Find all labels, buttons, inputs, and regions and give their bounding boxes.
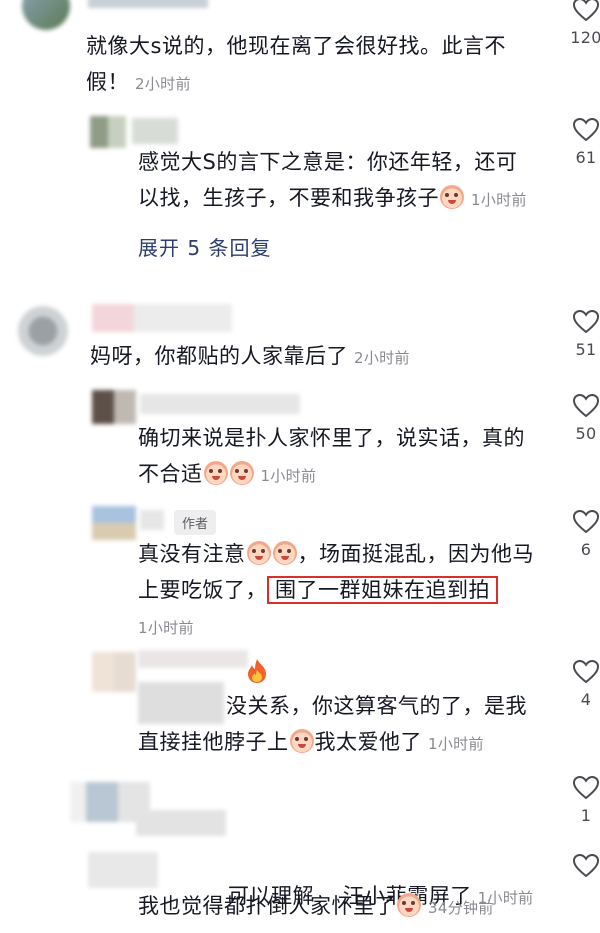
heart-outline-icon	[573, 310, 599, 334]
commenter-avatar[interactable]	[92, 390, 136, 424]
highlighted-text: 围了一群姐妹在追到拍	[267, 576, 498, 604]
reply-text-continued: 直接挂他脖子上 我太爱他了 1小时前	[138, 729, 484, 754]
reply-text: 我也觉得都扑倒人家怀里了 34分钟前	[138, 893, 494, 918]
commenter-avatar-secondary[interactable]	[138, 682, 224, 724]
commenter-name-blurred[interactable]	[88, 0, 208, 8]
reply-text: 确切来说是扑人家怀里了，说实话，真的 不合适 1小时前	[138, 426, 525, 486]
commenter-name-blurred[interactable]	[140, 510, 164, 530]
commenter-avatar[interactable]	[18, 306, 68, 356]
like-button[interactable]: 51	[566, 310, 600, 359]
commenter-name-blurred[interactable]	[138, 650, 248, 668]
commenter-name-blurred[interactable]	[140, 394, 300, 414]
comment-timestamp: 2小时前	[354, 349, 410, 367]
commenter-avatar[interactable]	[92, 506, 136, 540]
crying-face-emoji-icon	[272, 541, 297, 565]
commenter-avatar[interactable]	[88, 852, 158, 888]
comment-text: 就像大s说的，他现在离了会很好找。此言不 假！ 2小时前	[86, 34, 506, 94]
commenter-name-blurred[interactable]	[132, 118, 178, 144]
comment-timestamp: 1小时前	[428, 735, 484, 753]
heart-outline-icon	[573, 0, 599, 22]
reply-text: 没关系，你这算客气的了，是我	[226, 694, 527, 718]
heart-outline-icon	[573, 660, 599, 684]
crying-face-emoji-icon	[229, 461, 254, 485]
commenter-name-blurred[interactable]	[136, 810, 226, 836]
crying-face-emoji-icon	[289, 729, 314, 753]
heart-outline-icon	[573, 776, 599, 800]
comment-text: 妈呀，你都贴的人家靠后了 2小时前	[90, 344, 410, 368]
author-tag: 作者	[174, 510, 217, 535]
reply-text: 真没有注意 ，场面挺混乱，因为他马 上要吃饭了， 围了一群姐妹在追到拍 1小时前	[138, 541, 534, 637]
comment-timestamp: 34分钟前	[428, 899, 494, 917]
crying-face-emoji-icon	[246, 541, 271, 565]
commenter-name-blurred[interactable]	[92, 304, 232, 332]
like-button[interactable]: 61	[566, 118, 600, 167]
comment-timestamp: 1小时前	[471, 191, 527, 209]
commenter-avatar[interactable]	[92, 652, 136, 692]
like-count: 120	[570, 28, 600, 47]
like-count: 4	[580, 690, 592, 709]
comment-timestamp: 1小时前	[260, 467, 317, 485]
crying-face-emoji-icon	[397, 893, 421, 917]
expand-replies-button[interactable]: 展开 5 条回复	[138, 232, 271, 261]
crying-face-emoji-icon	[203, 461, 228, 485]
like-count: 51	[575, 340, 597, 359]
like-button[interactable]: 6	[566, 510, 600, 559]
heart-outline-icon	[573, 510, 599, 534]
heart-outline-icon	[573, 394, 599, 418]
like-count: 50	[575, 424, 597, 443]
fire-icon	[248, 659, 266, 683]
crying-face-emoji-icon	[440, 185, 464, 209]
reply-text: 感觉大S的言下之意是：你还年轻，还可 以找，生孩子，不要和我争孩子 1小时前	[138, 150, 527, 210]
commenter-avatar[interactable]	[90, 116, 126, 148]
like-button[interactable]: 120	[566, 0, 600, 47]
like-button[interactable]: 1	[566, 776, 600, 825]
like-button[interactable]: 4	[566, 660, 600, 709]
like-count: 1	[580, 806, 592, 825]
heart-outline-icon	[573, 854, 599, 878]
like-button[interactable]: 50	[566, 394, 600, 443]
commenter-avatar[interactable]	[22, 0, 70, 30]
comment-timestamp: 1小时前	[138, 619, 194, 637]
comment-timestamp: 2小时前	[135, 75, 191, 93]
like-count: 6	[580, 540, 592, 559]
heart-outline-icon	[573, 118, 599, 142]
like-count: 61	[575, 148, 597, 167]
like-button[interactable]	[566, 854, 600, 878]
